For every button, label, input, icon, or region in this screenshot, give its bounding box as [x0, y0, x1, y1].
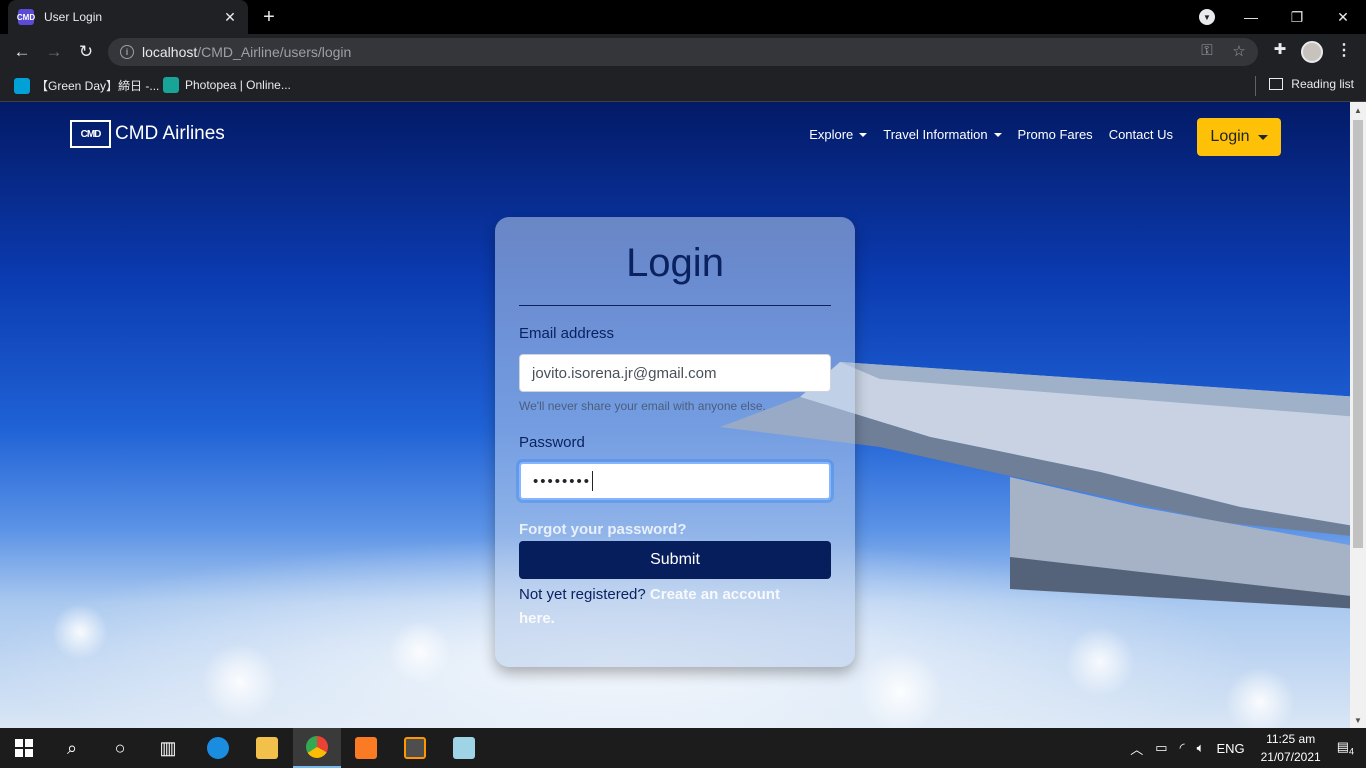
scroll-thumb[interactable]	[1353, 120, 1363, 548]
email-hint: We'll never share your email with anyone…	[519, 399, 766, 413]
bookmark-item[interactable]: Photopea | Online...	[163, 77, 291, 93]
key-icon[interactable]: ⚿	[1198, 42, 1216, 60]
reload-icon[interactable]: ↻	[74, 40, 98, 64]
notes-app-icon[interactable]	[440, 728, 488, 768]
profile-avatar[interactable]	[1301, 41, 1323, 63]
photopea-icon	[163, 77, 179, 93]
nav-explore-label: Explore	[809, 127, 854, 142]
reading-list-icon	[1269, 78, 1284, 90]
scroll-up-icon[interactable]: ▲	[1350, 102, 1366, 118]
nav-travel-info-label: Travel Information	[883, 127, 988, 142]
wifi-icon[interactable]: ◜	[1180, 740, 1185, 756]
new-tab-icon[interactable]: +	[258, 6, 280, 28]
tab-search-icon[interactable]: ▼	[1199, 9, 1215, 25]
edge-icon[interactable]	[194, 728, 242, 768]
window-controls: — ❐ ✕	[1228, 0, 1366, 34]
login-card: Login Email address jovito.isorena.jr@gm…	[495, 217, 855, 667]
restore-icon[interactable]: ❐	[1274, 0, 1320, 34]
minimize-icon[interactable]: —	[1228, 0, 1274, 34]
register-prefix: Not yet registered?	[519, 586, 650, 603]
register-text: Not yet registered? Create an account he…	[519, 583, 819, 631]
brand-link[interactable]: CMD CMD Airlines	[70, 120, 225, 148]
scroll-down-icon[interactable]: ▼	[1350, 712, 1366, 728]
url-host: localhost	[142, 44, 198, 60]
xampp-icon[interactable]	[342, 728, 390, 768]
forward-icon[interactable]: →	[42, 40, 66, 64]
notifications-icon[interactable]: ▤4	[1337, 739, 1354, 757]
nav-promo-fares[interactable]: Promo Fares	[1018, 127, 1093, 142]
chevron-up-icon[interactable]: ︿	[1130, 739, 1143, 758]
bookmark-separator	[1255, 76, 1256, 96]
password-value: ••••••••	[533, 472, 592, 490]
tab-favicon-icon: CMD	[17, 9, 35, 25]
clock-time: 11:25 am	[1266, 732, 1316, 746]
login-title: Login	[626, 241, 724, 285]
bookmark-label: 【Green Day】締日 -...	[36, 79, 160, 93]
password-label: Password	[519, 434, 585, 451]
windows-start-icon[interactable]	[0, 728, 48, 768]
volume-icon[interactable]: 🔈︎	[1197, 740, 1205, 756]
reading-list-label: Reading list	[1291, 77, 1354, 91]
login-dropdown-button[interactable]: Login	[1197, 118, 1281, 156]
text-caret	[592, 471, 594, 491]
bilibili-icon	[14, 77, 30, 94]
caret-down-icon	[859, 132, 868, 137]
notification-count: 4	[1348, 746, 1354, 757]
email-value: jovito.isorena.jr@gmail.com	[532, 364, 717, 382]
title-divider	[519, 305, 831, 306]
browser-menu-icon[interactable]: ⋮	[1336, 40, 1352, 60]
file-explorer-icon[interactable]	[243, 728, 291, 768]
task-view-icon[interactable]: ▥	[144, 728, 192, 768]
language-indicator[interactable]: ENG	[1216, 741, 1244, 756]
login-dropdown-label: Login	[1210, 128, 1250, 145]
chrome-icon[interactable]	[293, 728, 341, 768]
sublime-text-icon[interactable]	[391, 728, 439, 768]
tab-title: User Login	[44, 10, 103, 24]
forgot-password-link[interactable]: Forgot your password?	[519, 521, 687, 538]
close-tab-icon[interactable]: ✕	[222, 9, 238, 26]
url-path: /CMD_Airline/users/login	[197, 44, 352, 60]
password-field[interactable]: ••••••••	[519, 462, 831, 500]
brand-logo: CMD	[70, 120, 111, 148]
bookmark-item[interactable]: 【Green Day】締日 -...	[14, 77, 159, 94]
nav-links: Explore Travel Information Promo Fares C…	[809, 127, 1173, 142]
page-background: CMD CMD Airlines Explore Travel Informat…	[0, 102, 1350, 728]
email-field[interactable]: jovito.isorena.jr@gmail.com	[519, 354, 831, 392]
reading-list-button[interactable]: Reading list	[1269, 77, 1354, 91]
caret-down-icon	[1257, 134, 1268, 140]
email-label: Email address	[519, 325, 615, 342]
caret-down-icon	[993, 132, 1002, 137]
windows-taskbar: ⌕ ○ ▥ ︿ ▭ ◜ 🔈︎ ENG 11:25 am 21/07/2021 ▤…	[0, 728, 1366, 768]
bookmark-label: Photopea | Online...	[185, 78, 291, 92]
bookmarks-bar: 【Green Day】締日 -... Photopea | Online... …	[0, 70, 1366, 102]
battery-icon[interactable]: ▭	[1155, 740, 1167, 756]
nav-explore-dropdown[interactable]: Explore	[809, 127, 868, 142]
address-bar[interactable]: i localhost/CMD_Airline/users/login ⚿ ☆	[108, 38, 1258, 66]
clock-date: 21/07/2021	[1260, 750, 1321, 764]
submit-button[interactable]: Submit	[519, 541, 831, 579]
site-info-icon[interactable]: i	[120, 45, 134, 59]
close-window-icon[interactable]: ✕	[1320, 0, 1366, 34]
back-icon[interactable]: ←	[10, 40, 34, 64]
cortana-icon[interactable]: ○	[96, 728, 144, 768]
nav-travel-info-dropdown[interactable]: Travel Information	[883, 127, 1002, 142]
browser-tab[interactable]: CMD User Login ✕	[8, 0, 248, 34]
search-icon[interactable]: ⌕	[48, 728, 96, 768]
extensions-icon[interactable]: ✚	[1271, 40, 1289, 58]
browser-toolbar: ← → ↻ i localhost/CMD_Airline/users/logi…	[0, 34, 1366, 70]
nav-contact-us[interactable]: Contact Us	[1109, 127, 1173, 142]
system-tray: ︿ ▭ ◜ 🔈︎ ENG 11:25 am 21/07/2021 ▤4	[1124, 728, 1366, 768]
page-scrollbar[interactable]: ▲ ▼	[1350, 102, 1366, 728]
bookmark-star-icon[interactable]: ☆	[1230, 42, 1248, 60]
clock[interactable]: 11:25 am 21/07/2021	[1261, 730, 1321, 766]
site-navbar: CMD CMD Airlines Explore Travel Informat…	[0, 102, 1350, 166]
brand-name: CMD Airlines	[115, 123, 225, 144]
browser-tab-bar: CMD User Login ✕ + ▼ — ❐ ✕	[0, 0, 1366, 34]
